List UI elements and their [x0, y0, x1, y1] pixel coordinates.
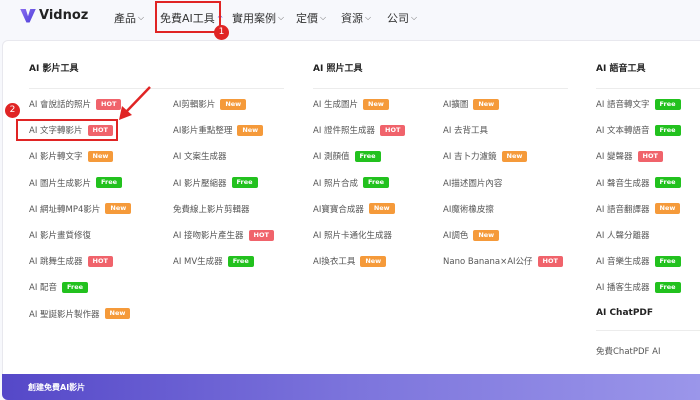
annotation-arrow-icon — [119, 86, 151, 120]
